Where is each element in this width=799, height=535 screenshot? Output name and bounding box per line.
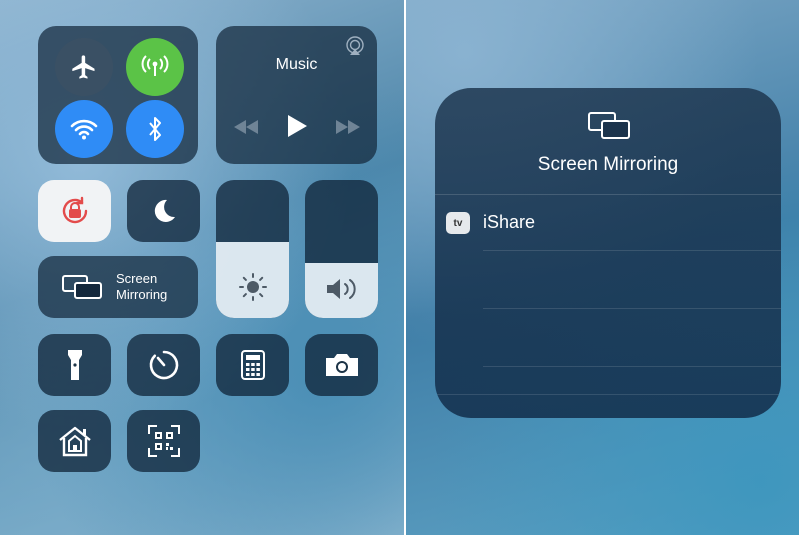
home-button[interactable] bbox=[38, 410, 111, 472]
screen-mirroring-icon bbox=[62, 275, 102, 299]
music-tile[interactable]: Music bbox=[216, 26, 377, 164]
fast-forward-icon[interactable] bbox=[336, 120, 360, 134]
list-bottom-separator bbox=[435, 394, 781, 395]
wifi-toggle[interactable] bbox=[55, 100, 113, 158]
play-icon[interactable] bbox=[287, 115, 307, 137]
apple-tv-badge-label: tv bbox=[453, 217, 463, 229]
empty-row bbox=[435, 309, 781, 365]
qr-scanner-icon bbox=[147, 425, 180, 457]
do-not-disturb-toggle[interactable] bbox=[127, 180, 200, 242]
timer-button[interactable] bbox=[127, 334, 200, 396]
airplay-icon[interactable] bbox=[345, 36, 365, 56]
wifi-icon bbox=[70, 119, 98, 140]
calculator-icon bbox=[240, 350, 265, 380]
device-list: tv iShare bbox=[435, 195, 781, 418]
device-name: iShare bbox=[483, 212, 536, 232]
flashlight-icon bbox=[67, 350, 82, 380]
rotation-lock-toggle[interactable] bbox=[38, 180, 111, 242]
bluetooth-toggle[interactable] bbox=[126, 100, 184, 158]
screen-mirroring-label-line2: Mirroring bbox=[116, 287, 168, 302]
music-title: Music bbox=[275, 56, 318, 73]
moon-icon bbox=[154, 199, 175, 222]
control-center-panel: Music Screen Mirroring bbox=[0, 0, 404, 535]
airplane-mode-toggle[interactable] bbox=[55, 38, 113, 96]
rewind-icon[interactable] bbox=[234, 120, 258, 134]
screen-mirroring-tile[interactable]: Screen Mirroring bbox=[38, 256, 198, 318]
screen-mirroring-icon bbox=[588, 112, 630, 139]
empty-row bbox=[435, 251, 781, 307]
qr-scanner-button[interactable] bbox=[127, 410, 200, 472]
brightness-icon bbox=[239, 273, 267, 301]
bluetooth-icon bbox=[149, 117, 161, 141]
camera-button[interactable] bbox=[305, 334, 378, 396]
screen-mirroring-sheet: Screen Mirroring tv iShare bbox=[435, 88, 781, 418]
brightness-slider[interactable] bbox=[216, 180, 289, 318]
cellular-data-toggle[interactable] bbox=[126, 38, 184, 96]
speaker-icon bbox=[327, 279, 356, 299]
connectivity-tile bbox=[38, 26, 198, 164]
flashlight-button[interactable] bbox=[38, 334, 111, 396]
camera-icon bbox=[325, 354, 358, 376]
screen-mirroring-label-line1: Screen bbox=[116, 271, 158, 286]
rotation-lock-icon bbox=[62, 196, 87, 224]
sheet-title: Screen Mirroring bbox=[537, 154, 679, 175]
apple-tv-badge-icon: tv bbox=[446, 212, 470, 234]
empty-row bbox=[435, 367, 781, 395]
cellular-icon bbox=[141, 55, 169, 76]
calculator-button[interactable] bbox=[216, 334, 289, 396]
volume-slider[interactable] bbox=[305, 180, 378, 318]
home-icon bbox=[58, 426, 91, 457]
airplane-icon bbox=[72, 55, 95, 79]
timer-icon bbox=[149, 350, 178, 380]
device-row-ishare[interactable]: tv iShare bbox=[435, 195, 781, 250]
